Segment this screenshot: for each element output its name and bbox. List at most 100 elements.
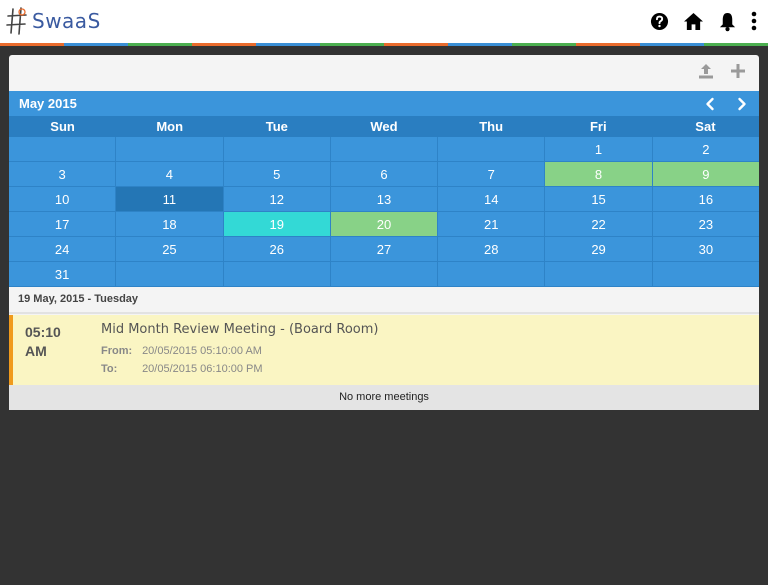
calendar-day-empty [9,137,117,162]
stripe-segment [704,43,768,46]
day-of-week-thu: Thu [479,119,504,134]
calendar-day-empty [116,137,224,162]
calendar-week-row: 17 18 19 20 21 22 23 [9,212,759,237]
calendar-day-empty [438,137,546,162]
home-icon[interactable] [682,8,704,34]
upload-icon[interactable] [697,62,715,80]
calendar-day-4[interactable]: 4 [116,162,224,187]
prev-month-icon[interactable] [703,97,717,111]
selected-date-label: 19 May, 2015 - Tuesday [9,289,759,314]
meeting-from-label: From: [101,345,133,357]
calendar-day-empty [330,137,439,162]
calendar-day-12[interactable]: 12 [223,187,331,212]
calendar-day-26[interactable]: 26 [223,237,331,262]
meeting-to-label: To: [101,363,118,375]
more-vertical-icon[interactable] [750,8,758,34]
calendar: May 2015 Sun Mon Tue Wed Thu Fri Sat 123456789… [9,91,759,287]
app-logo[interactable]: SwaaS [6,6,101,36]
calendar-day-20[interactable]: 20 [330,212,439,237]
calendar-day-empty [438,262,546,287]
logo-hash-icon [6,7,27,35]
stripe-segment [320,43,384,46]
logo-text: SwaaS [32,9,101,33]
calendar-day-29[interactable]: 29 [545,237,653,262]
calendar-day-30[interactable]: 30 [652,237,759,262]
calendar-month-title: May 2015 [19,96,77,111]
calendar-day-6[interactable]: 6 [330,162,439,187]
card-toolbar [697,62,747,80]
calendar-day-empty [223,137,331,162]
stripe-segment [64,43,128,46]
calendar-day-empty [652,262,759,287]
meeting-time-value: 05:10 [25,324,61,340]
calendar-day-2[interactable]: 2 [652,137,759,162]
calendar-week-row: 10 11 12 13 14 15 16 [9,187,759,212]
stripe-segment [448,43,512,46]
next-month-icon[interactable] [735,97,749,111]
meeting-from-value: 20/05/2015 05:10:00 AM [142,345,262,357]
day-of-week-mon: Mon [156,119,184,134]
calendar-day-21[interactable]: 21 [438,212,546,237]
calendar-day-22[interactable]: 22 [545,212,653,237]
calendar-week-row: 24 25 26 27 28 29 30 [9,237,759,262]
day-of-week-sun: Sun [50,119,75,134]
stripe-segment [192,43,256,46]
calendar-day-empty [223,262,331,287]
day-of-week-fri: Fri [589,119,607,134]
calendar-day-27[interactable]: 27 [330,237,439,262]
calendar-week-row: 3456789 [9,162,759,187]
calendar-day-24[interactable]: 24 [9,237,117,262]
stripe-segment [256,43,320,46]
meeting-to-row: To: 20/05/2015 06:10:00 PM [101,363,263,375]
stripe-segment [0,43,64,46]
meeting-from-row: From: 20/05/2015 05:10:00 AM [101,345,262,357]
stripe-segment [128,43,192,46]
calendar-week-row: 31 [9,262,759,287]
header-color-stripe [0,43,768,46]
calendar-day-9[interactable]: 9 [652,162,759,187]
calendar-day-31[interactable]: 31 [9,262,117,287]
calendar-day-18[interactable]: 18 [116,212,224,237]
calendar-day-14[interactable]: 14 [438,187,546,212]
calendar-day-5[interactable]: 5 [223,162,331,187]
calendar-day-empty [545,262,653,287]
calendar-card: May 2015 Sun Mon Tue Wed Thu Fri Sat 123456789… [9,55,759,410]
stripe-segment [640,43,704,46]
days-of-week-row: Sun Mon Tue Wed Thu Fri Sat [9,116,759,137]
day-of-week-sat: Sat [695,119,716,134]
stripe-segment [384,43,448,46]
stripe-segment [576,43,640,46]
day-of-week-wed: Wed [370,119,398,134]
calendar-day-25[interactable]: 25 [116,237,224,262]
no-more-meetings: No more meetings [9,385,759,410]
help-icon[interactable] [648,8,670,34]
calendar-day-23[interactable]: 23 [652,212,759,237]
calendar-day-11[interactable]: 11 [116,187,224,212]
meeting-time: 05:10 AM [25,323,85,361]
stripe-segment [512,43,576,46]
calendar-day-1[interactable]: 1 [545,137,653,162]
calendar-week-row: 12 [9,137,759,162]
top-bar: SwaaS [0,0,768,43]
calendar-day-8[interactable]: 8 [545,162,653,187]
day-of-week-tue: Tue [265,119,288,134]
calendar-day-3[interactable]: 3 [9,162,117,187]
calendar-day-19[interactable]: 19 [223,212,331,237]
calendar-grid: 1 2 3 4 5 6 7 8 9 10 11 12 13 14 15 16 17 18 19 20 21 22 23 24 2… [9,137,759,287]
calendar-day-28[interactable]: 28 [438,237,546,262]
calendar-day-empty [116,262,224,287]
calendar-day-17[interactable]: 17 [9,212,117,237]
calendar-day-13[interactable]: 13 [330,187,439,212]
meeting-time-ampm: AM [25,343,47,359]
meeting-item[interactable]: 05:10 AM Mid Month Review Meeting - (Boa… [9,315,759,385]
calendar-day-16[interactable]: 16 [652,187,759,212]
calendar-day-10[interactable]: 10 [9,187,117,212]
meeting-title: Mid Month Review Meeting - (Board Room) [101,322,379,337]
calendar-day-empty [330,262,439,287]
calendar-header: May 2015 [9,91,759,116]
bell-icon[interactable] [716,8,738,34]
header-actions [648,8,758,34]
calendar-day-7[interactable]: 7 [438,162,546,187]
add-icon[interactable] [729,62,747,80]
calendar-day-15[interactable]: 15 [545,187,653,212]
